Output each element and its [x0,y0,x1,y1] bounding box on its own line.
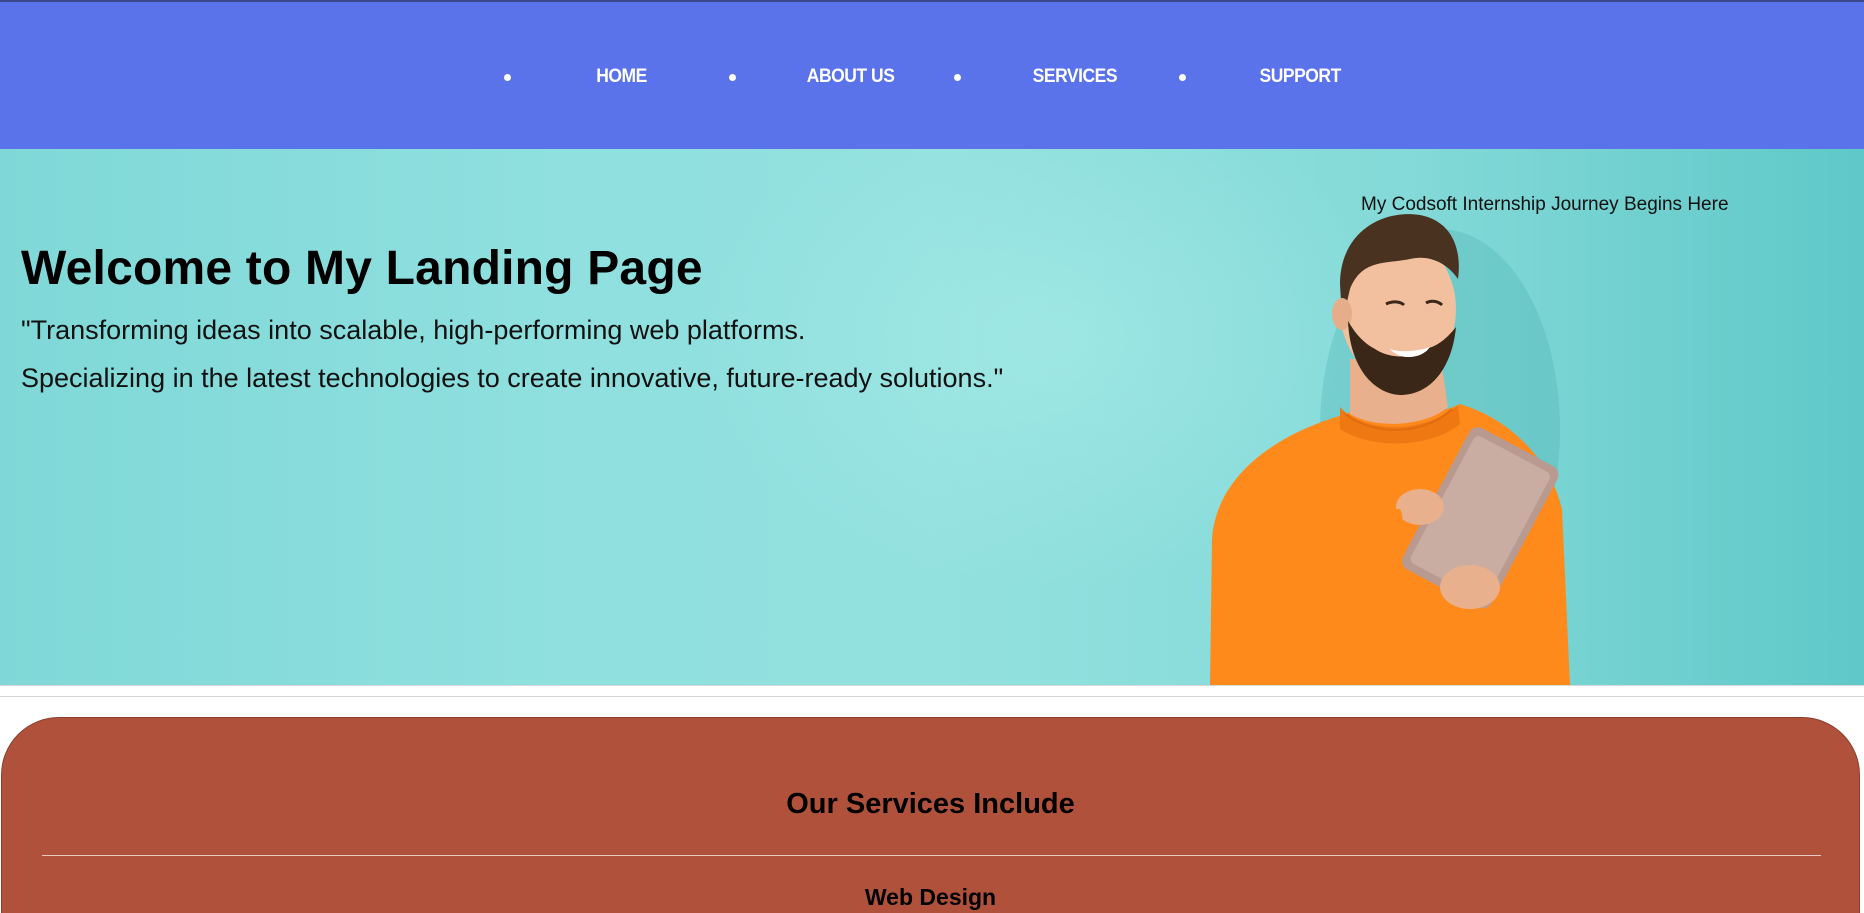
nav-item-services [954,62,961,92]
bullet-icon [954,73,961,81]
hero-title: Welcome to My Landing Page [21,242,703,295]
services-divider-line [42,855,1821,856]
top-navigation-bar: HOME ABOUT US SERVICES SUPPORT [0,0,1864,149]
services-title: Our Services Include [786,788,1075,820]
nav-link-about-wrap: ABOUT US [803,62,898,92]
bullet-icon [504,73,511,81]
nav-item-about [729,62,736,92]
hero-section: My Codsoft Internship Journey Begins Her… [0,149,1864,685]
service-item-web-design: Web Design [864,884,997,910]
bullet-icon [1179,73,1186,81]
nav-link-home[interactable]: HOME [596,66,647,88]
nav-link-support[interactable]: SUPPORT [1260,66,1342,88]
nav-item-support [1179,62,1186,92]
hero-subtitle-line-2: Specializing in the latest technologies … [21,363,1004,393]
section-divider [0,685,1864,697]
bullet-icon [729,73,736,81]
nav-link-services[interactable]: SERVICES [1033,66,1118,88]
services-section: Our Services Include Web Design [1,717,1860,913]
nav-list: HOME ABOUT US SERVICES SUPPORT [0,2,1864,151]
nav-item-home [504,62,511,92]
landing-page: HOME ABOUT US SERVICES SUPPORT My Codsof… [0,0,1864,913]
hero-person-with-tablet-image [1210,214,1570,685]
nav-link-support-wrap: SUPPORT [1256,62,1344,92]
nav-link-home-wrap: HOME [594,62,649,92]
nav-link-about-us[interactable]: ABOUT US [807,66,895,88]
nav-link-services-wrap: SERVICES [1029,62,1121,92]
hero-subtitle-line-1: "Transforming ideas into scalable, high-… [21,315,806,345]
